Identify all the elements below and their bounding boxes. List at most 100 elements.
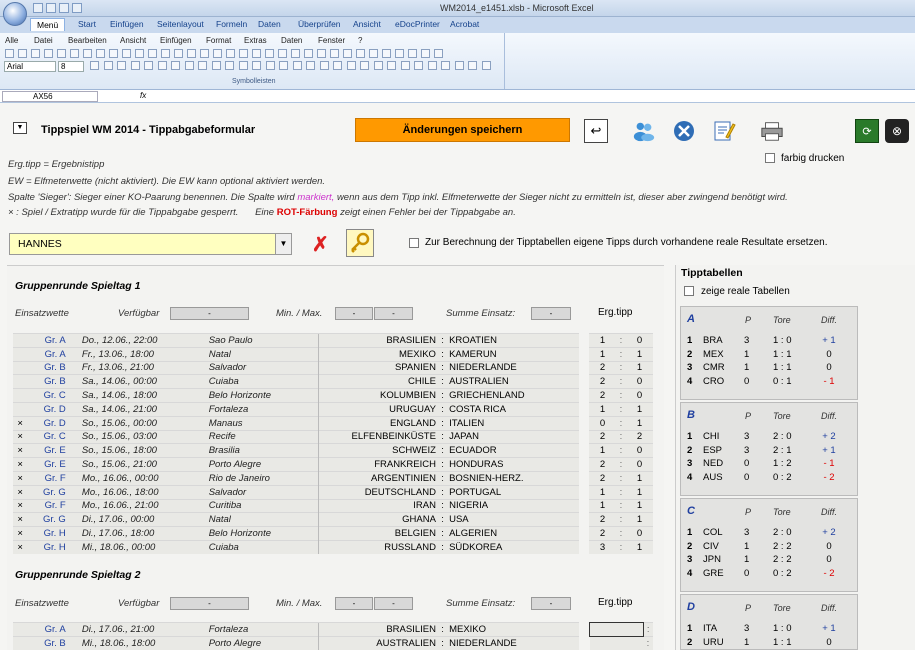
- printer-icon[interactable]: [760, 119, 784, 143]
- tip-away-input[interactable]: 0: [626, 374, 653, 389]
- toolbar-button[interactable]: [252, 61, 261, 70]
- toolbar-button[interactable]: [148, 49, 157, 58]
- real-tables-checkbox[interactable]: [684, 286, 694, 296]
- tab-ueberpruefen[interactable]: Überprüfen: [298, 19, 341, 29]
- toolbar-button[interactable]: [395, 49, 404, 58]
- toolbar-button[interactable]: [252, 49, 261, 58]
- tip-home-input[interactable]: 3: [589, 539, 616, 555]
- toolbar-button[interactable]: [211, 61, 221, 70]
- chevron-down-icon[interactable]: ▼: [275, 234, 291, 254]
- tip-home-input[interactable]: 1: [589, 498, 616, 513]
- toolbar-button[interactable]: [387, 61, 396, 70]
- toolbar-button[interactable]: [144, 61, 153, 70]
- toolbar-button[interactable]: [343, 49, 352, 58]
- tab-ansicht[interactable]: Ansicht: [353, 19, 381, 29]
- tip-away-input[interactable]: 0: [626, 526, 653, 541]
- menu-einfuegen[interactable]: Einfügen: [160, 36, 192, 45]
- replace-tips-checkbox[interactable]: [409, 238, 419, 248]
- tip-away-input[interactable]: 1: [626, 360, 653, 375]
- menu-fenster[interactable]: Fenster: [318, 36, 345, 45]
- tip-home-input[interactable]: 2: [589, 457, 616, 472]
- toolbar-button[interactable]: [356, 49, 365, 58]
- menu-bearbeiten[interactable]: Bearbeiten: [68, 36, 107, 45]
- toolbar-button[interactable]: [238, 61, 248, 70]
- toolbar-button[interactable]: [481, 61, 491, 70]
- toolbar-button[interactable]: [130, 61, 140, 70]
- tip-home-input[interactable]: 2: [589, 360, 616, 375]
- tab-seitenlayout[interactable]: Seitenlayout: [157, 19, 204, 29]
- tab-edocprinter[interactable]: eDocPrinter: [395, 19, 440, 29]
- toolbar-button[interactable]: [44, 49, 53, 58]
- toolbar-button[interactable]: [90, 61, 99, 70]
- toolbar-button[interactable]: [83, 49, 92, 58]
- player-select[interactable]: HANNES ▼: [9, 233, 292, 255]
- tip-home-input[interactable]: [589, 635, 643, 650]
- tip-away-input[interactable]: 1: [626, 512, 653, 527]
- toolbar-button[interactable]: [304, 49, 313, 58]
- toolbar-button[interactable]: [427, 61, 437, 70]
- tab-acrobat[interactable]: Acrobat: [450, 19, 479, 29]
- toolbar-button[interactable]: [346, 61, 356, 70]
- toolbar-button[interactable]: [161, 49, 170, 58]
- users-icon[interactable]: [632, 119, 656, 143]
- toolbar-button[interactable]: [421, 49, 430, 58]
- toolbar-button[interactable]: [333, 61, 342, 70]
- tip-away-input[interactable]: 1: [626, 484, 653, 500]
- toolbar-button[interactable]: [96, 49, 105, 58]
- toolbar-button[interactable]: [225, 61, 234, 70]
- toolbar-button[interactable]: [408, 49, 417, 58]
- toolbar-button[interactable]: [109, 49, 118, 58]
- toolbar-button[interactable]: [157, 61, 167, 70]
- toolbar-button[interactable]: [117, 61, 126, 70]
- save-changes-button[interactable]: Änderungen speichern: [355, 118, 570, 142]
- toolbar-button[interactable]: [103, 61, 113, 70]
- toolbar-button[interactable]: [319, 61, 329, 70]
- tab-start[interactable]: Start: [78, 19, 96, 29]
- toolbar-button[interactable]: [468, 61, 477, 70]
- tab-daten[interactable]: Daten: [258, 19, 281, 29]
- toolbar-button[interactable]: [306, 61, 315, 70]
- collapse-toggle[interactable]: ▼: [13, 122, 27, 134]
- tip-home-input[interactable]: 2: [589, 374, 616, 389]
- toolbar-button[interactable]: [292, 61, 302, 70]
- toolbar-button[interactable]: [239, 49, 248, 58]
- save-icon[interactable]: [33, 3, 43, 13]
- toolbar-button[interactable]: [226, 49, 235, 58]
- menu-ansicht[interactable]: Ansicht: [120, 36, 146, 45]
- print-icon[interactable]: [72, 3, 82, 13]
- toolbar-button[interactable]: [5, 49, 14, 58]
- menu-help[interactable]: ?: [358, 36, 362, 45]
- toolbar-button[interactable]: [441, 61, 450, 70]
- tip-away-input[interactable]: 1: [626, 346, 653, 362]
- tip-home-input[interactable]: 0: [589, 415, 616, 431]
- tip-home-input[interactable]: 2: [589, 429, 616, 444]
- toolbar-button[interactable]: [434, 49, 443, 58]
- toolbar-button[interactable]: [369, 49, 378, 58]
- menu-format[interactable]: Format: [206, 36, 231, 45]
- tip-home-input[interactable]: 2: [589, 388, 616, 403]
- tip-home-input[interactable]: 2: [589, 526, 616, 541]
- tip-away-input[interactable]: 0: [626, 388, 653, 403]
- tip-home-input[interactable]: 1: [589, 401, 616, 417]
- tip-home-input[interactable]: [589, 622, 644, 637]
- menu-daten[interactable]: Daten: [281, 36, 302, 45]
- fx-icon[interactable]: fx: [140, 91, 146, 100]
- tip-home-input[interactable]: 1: [589, 346, 616, 362]
- toolbar-button[interactable]: [122, 49, 131, 58]
- toolbar-button[interactable]: [382, 49, 391, 58]
- font-name-box[interactable]: Arial: [4, 61, 56, 72]
- key-icon[interactable]: [346, 229, 374, 257]
- toolbar-button[interactable]: [198, 61, 207, 70]
- tools-icon[interactable]: [672, 119, 696, 143]
- color-print-checkbox[interactable]: [765, 153, 775, 163]
- toolbar-button[interactable]: [278, 49, 287, 58]
- toolbar-button[interactable]: [414, 61, 423, 70]
- tip-away-input[interactable]: 0: [626, 333, 653, 348]
- toolbar-button[interactable]: [317, 49, 326, 58]
- toolbar-button[interactable]: [265, 61, 275, 70]
- toolbar-button[interactable]: [400, 61, 410, 70]
- close-icon[interactable]: ⊗: [885, 119, 909, 143]
- menu-alle[interactable]: Alle: [5, 36, 18, 45]
- toolbar-button[interactable]: [18, 49, 27, 58]
- tab-einfuegen[interactable]: Einfügen: [110, 19, 144, 29]
